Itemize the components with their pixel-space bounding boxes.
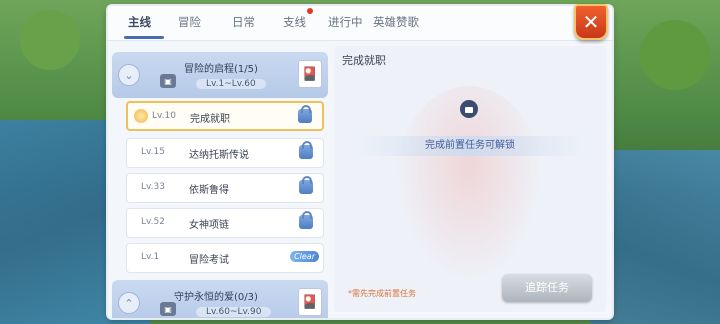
chapter-title: 守护永恒的爱(0/3) [174,292,258,303]
quest-row[interactable]: Lv.33 依斯鲁得 [126,173,324,203]
active-tab-indicator [124,36,164,39]
detail-title: 完成就职 [342,54,386,67]
chevron-down-icon[interactable]: ⌄ [118,64,140,86]
clear-badge: Clear [290,251,319,262]
quest-name: 完成就职 [190,114,230,125]
quest-name: 依斯鲁得 [189,185,229,196]
tab-bar: 主线 冒险 日常 支线 进行中 英雄赞歌 [108,6,612,41]
quest-level: Lv.1 [141,252,160,262]
quest-level: Lv.52 [141,217,165,227]
tree-foliage [640,20,710,90]
quest-level: Lv.33 [141,182,165,192]
close-icon: ✕ [582,10,600,34]
close-button[interactable]: ✕ [574,4,608,40]
quest-row[interactable]: Lv.52 女神项链 [126,208,324,238]
lock-icon [460,100,478,118]
quest-name: 达纳托斯传说 [189,150,249,161]
lock-icon [298,105,312,123]
chapter-card-icon: 🎴 [298,288,322,316]
quest-detail: 完成就职 完成前置任务可解锁 *需先完成前置任务 追踪任务 [334,46,606,312]
quest-panel: 主线 冒险 日常 支线 进行中 英雄赞歌 ⌄ ▣ 冒险的启程(1/5) Lv.1… [108,6,612,318]
quest-level: Lv.10 [152,111,176,121]
medal-icon [134,109,148,123]
chapter-title: 冒险的启程(1/5) [184,64,258,75]
quest-row[interactable]: Lv.15 达纳托斯传说 [126,138,324,168]
track-quest-button[interactable]: 追踪任务 [502,274,592,302]
quest-name: 女神项链 [189,220,229,231]
tab-hero-anthem[interactable]: 英雄赞歌 [373,14,419,30]
tab-adventure[interactable]: 冒险 [178,14,201,30]
tab-main[interactable]: 主线 [128,14,151,30]
notification-dot [307,8,313,14]
chapter-header[interactable]: ⌃ ▣ 守护永恒的爱(0/3) Lv.60~Lv.90 🎴 [112,280,328,318]
chevron-up-icon[interactable]: ⌃ [118,292,140,314]
chapter-level-range: Lv.1~Lv.60 [196,79,266,89]
tree-foliage [20,10,80,70]
tab-daily[interactable]: 日常 [232,14,255,30]
chapter-header[interactable]: ⌄ ▣ 冒险的启程(1/5) Lv.1~Lv.60 🎴 [112,52,328,98]
unlock-hint: 完成前置任务可解锁 [354,136,586,156]
chapter-card-icon: 🎴 [298,60,322,88]
chapter-level-range: Lv.60~Lv.90 [196,307,272,317]
lock-icon [299,176,313,194]
quest-name: 冒险考试 [189,255,229,266]
image-icon: ▣ [160,302,176,316]
lock-icon [299,211,313,229]
requirement-note: *需先完成前置任务 [348,289,416,298]
tab-in-progress[interactable]: 进行中 [328,14,363,30]
quest-level: Lv.15 [141,147,165,157]
lock-icon [299,141,313,159]
tab-side[interactable]: 支线 [283,14,306,30]
image-icon: ▣ [160,74,176,88]
quest-list: ⌄ ▣ 冒险的启程(1/5) Lv.1~Lv.60 🎴 Lv.10 完成就职 L… [112,46,328,318]
quest-row[interactable]: Lv.1 冒险考试 Clear [126,243,324,273]
quest-row[interactable]: Lv.10 完成就职 [126,101,324,131]
